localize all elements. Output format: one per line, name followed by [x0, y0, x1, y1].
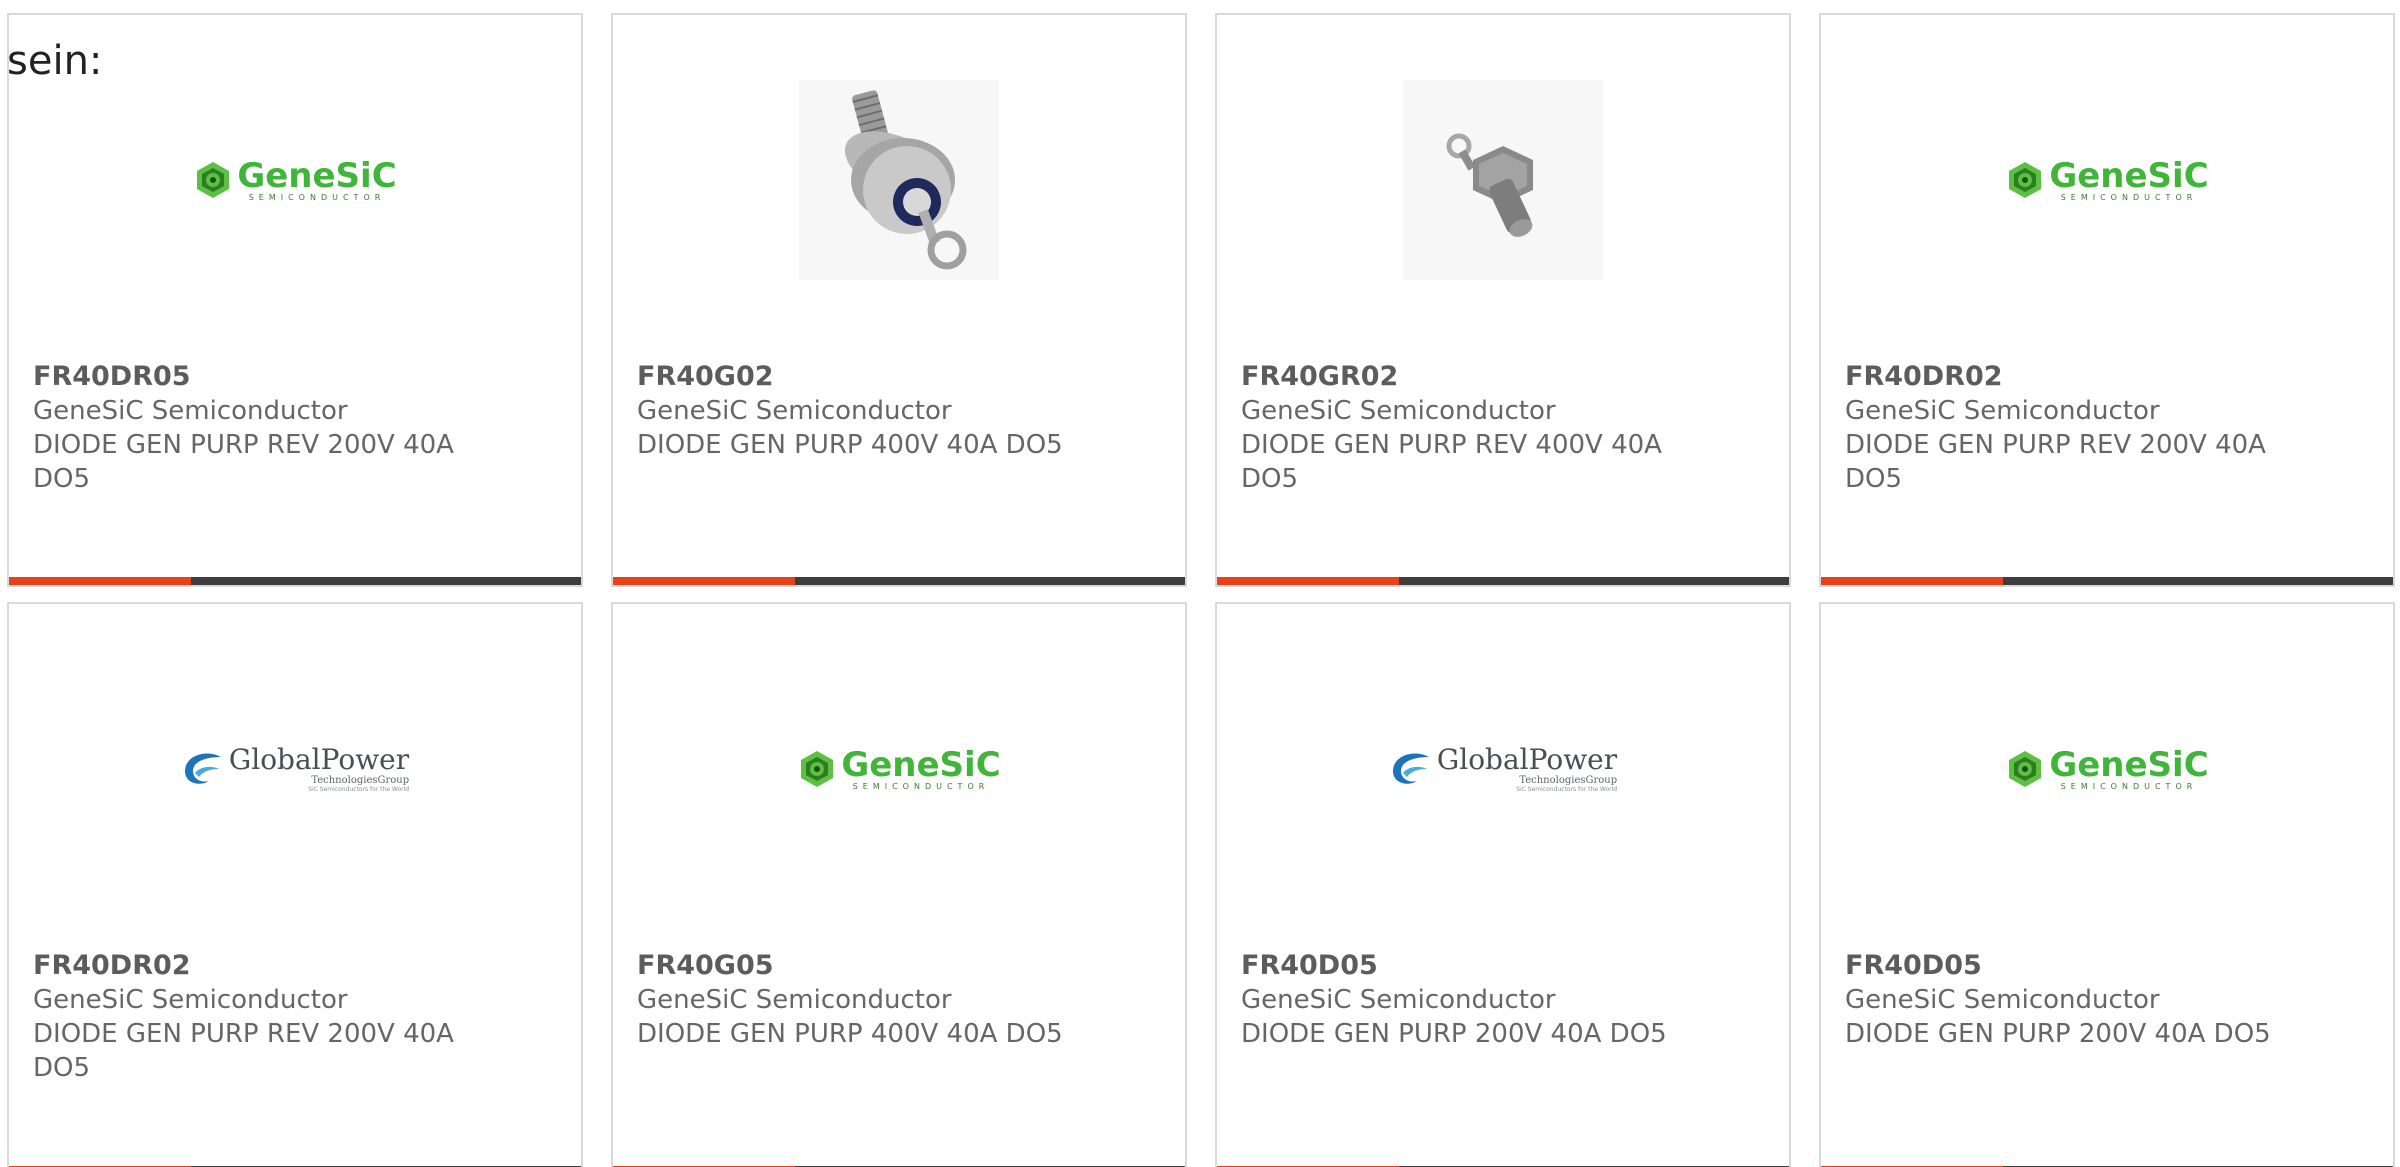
card-bottom-bar: [9, 577, 581, 585]
description: DIODE GEN PURP REV 200V 40A DO5: [1845, 430, 2266, 494]
globalpower-logo-tag: SiC Semiconductors for the World: [308, 785, 410, 793]
genesic-logo-name: GeneSiC: [841, 744, 1001, 785]
product-card[interactable]: FR40G02 GeneSiC Semiconductor DIODE GEN …: [611, 13, 1187, 587]
product-image[interactable]: GeneSiC SEMICONDUCTOR: [613, 669, 1185, 869]
manufacturer: GeneSiC Semiconductor: [1241, 396, 1556, 426]
manufacturer: GeneSiC Semiconductor: [1845, 985, 2160, 1015]
stud-diode-photo: [799, 80, 999, 280]
genesic-logo-sub: SEMICONDUCTOR: [852, 781, 990, 791]
manufacturer: GeneSiC Semiconductor: [33, 985, 348, 1015]
product-info: FR40DR02 GeneSiC Semiconductor DIODE GEN…: [33, 949, 463, 1085]
genesic-logo: GeneSiC SEMICONDUCTOR: [2005, 744, 2209, 791]
product-card[interactable]: GeneSiC SEMICONDUCTOR FR40DR05 GeneSiC S…: [7, 13, 583, 587]
product-image[interactable]: GlobalPower TechnologiesGroup SiC Semico…: [1217, 669, 1789, 869]
globalpower-swoosh-icon: [1392, 753, 1429, 784]
part-number-link[interactable]: FR40G02: [637, 360, 1067, 394]
manufacturer: GeneSiC Semiconductor: [637, 985, 952, 1015]
card-accent: [9, 577, 191, 585]
manufacturer: GeneSiC Semiconductor: [33, 396, 348, 426]
genesic-hexagon-icon: [801, 751, 834, 787]
part-number-link[interactable]: FR40DR02: [1845, 360, 2275, 394]
intro-text: sein:: [7, 38, 103, 84]
part-number-link[interactable]: FR40D05: [1845, 949, 2275, 983]
card-bottom-bar: [1821, 577, 2393, 585]
part-number-link[interactable]: FR40D05: [1241, 949, 1671, 983]
product-info: FR40DR05 GeneSiC Semiconductor DIODE GEN…: [33, 360, 463, 496]
product-image[interactable]: GeneSiC SEMICONDUCTOR: [9, 80, 581, 280]
product-info: FR40D05 GeneSiC Semiconductor DIODE GEN …: [1241, 949, 1671, 1051]
product-info: FR40DR02 GeneSiC Semiconductor DIODE GEN…: [1845, 360, 2275, 496]
product-card[interactable]: GlobalPower TechnologiesGroup SiC Semico…: [7, 602, 583, 1167]
product-image[interactable]: [613, 80, 1185, 280]
description: DIODE GEN PURP REV 200V 40A DO5: [33, 430, 454, 494]
product-image[interactable]: GeneSiC SEMICONDUCTOR: [1821, 669, 2393, 869]
card-accent: [1821, 577, 2003, 585]
genesic-logo-name: GeneSiC: [237, 155, 397, 196]
product-card[interactable]: GeneSiC SEMICONDUCTOR FR40D05 GeneSiC Se…: [1819, 602, 2395, 1167]
product-info: FR40D05 GeneSiC Semiconductor DIODE GEN …: [1845, 949, 2275, 1051]
product-image[interactable]: [1217, 80, 1789, 280]
part-number-link[interactable]: FR40G05: [637, 949, 1067, 983]
product-card[interactable]: GeneSiC SEMICONDUCTOR FR40G05 GeneSiC Se…: [611, 602, 1187, 1167]
genesic-hexagon-icon: [197, 162, 230, 198]
description: DIODE GEN PURP REV 400V 40A DO5: [1241, 430, 1662, 494]
card-bottom-bar: [613, 577, 1185, 585]
stud-diode-photo-small: [1403, 80, 1603, 280]
genesic-logo-sub: SEMICONDUCTOR: [2060, 192, 2198, 202]
product-grid-page: sein: GeneSiC SEMICONDUCTOR FR40DR05 Gen…: [0, 0, 2400, 1167]
globalpower-logo-tag: SiC Semiconductors for the World: [1516, 785, 1618, 793]
genesic-logo: GeneSiC SEMICONDUCTOR: [2005, 155, 2209, 202]
globalpower-logo-name: GlobalPower: [228, 742, 410, 776]
product-card[interactable]: FR40GR02 GeneSiC Semiconductor DIODE GEN…: [1215, 13, 1791, 587]
globalpower-logo-name: GlobalPower: [1436, 742, 1618, 776]
globalpower-logo: GlobalPower TechnologiesGroup SiC Semico…: [1389, 742, 1618, 793]
manufacturer: GeneSiC Semiconductor: [1845, 396, 2160, 426]
product-info: FR40G05 GeneSiC Semiconductor DIODE GEN …: [637, 949, 1067, 1051]
genesic-logo-name: GeneSiC: [2049, 155, 2209, 196]
genesic-hexagon-icon: [2009, 751, 2042, 787]
genesic-logo: GeneSiC SEMICONDUCTOR: [193, 155, 397, 202]
product-card[interactable]: GeneSiC SEMICONDUCTOR FR40DR02 GeneSiC S…: [1819, 13, 2395, 587]
part-number-link[interactable]: FR40GR02: [1241, 360, 1671, 394]
genesic-logo-sub: SEMICONDUCTOR: [2060, 781, 2198, 791]
part-number-link[interactable]: FR40DR02: [33, 949, 463, 983]
card-accent: [613, 577, 795, 585]
genesic-hexagon-icon: [2009, 162, 2042, 198]
product-image[interactable]: GeneSiC SEMICONDUCTOR: [1821, 80, 2393, 280]
card-bottom-bar: [1217, 577, 1789, 585]
product-image[interactable]: GlobalPower TechnologiesGroup SiC Semico…: [9, 669, 581, 869]
product-info: FR40G02 GeneSiC Semiconductor DIODE GEN …: [637, 360, 1067, 462]
genesic-logo: GeneSiC SEMICONDUCTOR: [797, 744, 1001, 791]
description: DIODE GEN PURP 200V 40A DO5: [1845, 1019, 2271, 1049]
globalpower-swoosh-icon: [184, 753, 221, 784]
genesic-logo-name: GeneSiC: [2049, 744, 2209, 785]
manufacturer: GeneSiC Semiconductor: [637, 396, 952, 426]
product-info: FR40GR02 GeneSiC Semiconductor DIODE GEN…: [1241, 360, 1671, 496]
description: DIODE GEN PURP 400V 40A DO5: [637, 430, 1063, 460]
description: DIODE GEN PURP 200V 40A DO5: [1241, 1019, 1667, 1049]
globalpower-logo-sub: TechnologiesGroup: [1519, 774, 1618, 786]
description: DIODE GEN PURP REV 200V 40A DO5: [33, 1019, 454, 1083]
part-number-link[interactable]: FR40DR05: [33, 360, 463, 394]
description: DIODE GEN PURP 400V 40A DO5: [637, 1019, 1063, 1049]
globalpower-logo-sub: TechnologiesGroup: [311, 774, 410, 786]
product-card[interactable]: GlobalPower TechnologiesGroup SiC Semico…: [1215, 602, 1791, 1167]
card-accent: [1217, 577, 1399, 585]
globalpower-logo: GlobalPower TechnologiesGroup SiC Semico…: [181, 742, 410, 793]
manufacturer: GeneSiC Semiconductor: [1241, 985, 1556, 1015]
genesic-logo-sub: SEMICONDUCTOR: [248, 192, 386, 202]
